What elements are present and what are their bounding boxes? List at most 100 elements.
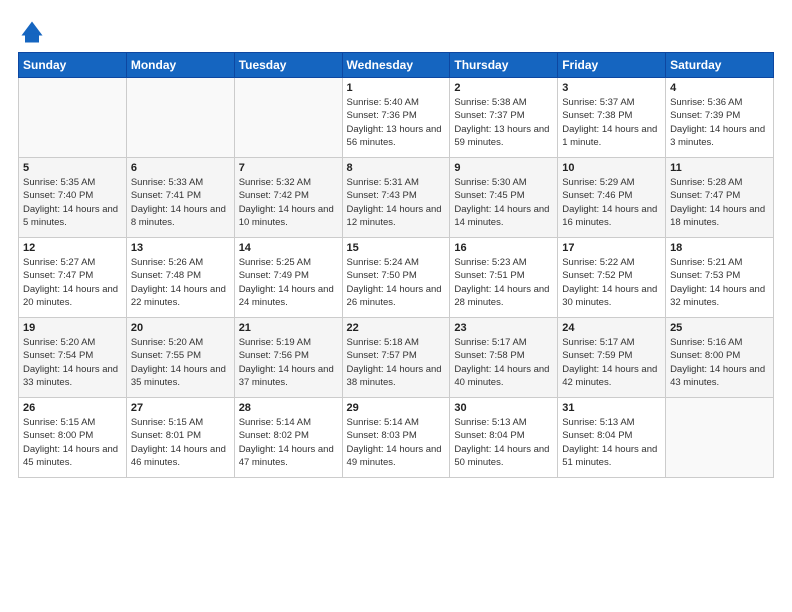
day-info: Sunrise: 5:29 AMSunset: 7:46 PMDaylight:… [562,176,661,229]
week-row-2: 12 Sunrise: 5:27 AMSunset: 7:47 PMDayligh… [19,238,774,318]
day-info: Sunrise: 5:13 AMSunset: 8:04 PMDaylight:… [562,416,661,469]
calendar-cell: 6 Sunrise: 5:33 AMSunset: 7:41 PMDaylight… [126,158,234,238]
day-info: Sunrise: 5:19 AMSunset: 7:56 PMDaylight:… [239,336,338,389]
day-info: Sunrise: 5:14 AMSunset: 8:03 PMDaylight:… [347,416,446,469]
logo-icon [18,18,46,46]
day-number: 14 [239,242,338,254]
day-info: Sunrise: 5:23 AMSunset: 7:51 PMDaylight:… [454,256,553,309]
day-number: 25 [670,322,769,334]
day-number: 21 [239,322,338,334]
day-info: Sunrise: 5:27 AMSunset: 7:47 PMDaylight:… [23,256,122,309]
day-info: Sunrise: 5:20 AMSunset: 7:54 PMDaylight:… [23,336,122,389]
day-number: 1 [347,82,446,94]
day-info: Sunrise: 5:33 AMSunset: 7:41 PMDaylight:… [131,176,230,229]
header-cell-friday: Friday [558,53,666,78]
calendar-cell: 8 Sunrise: 5:31 AMSunset: 7:43 PMDaylight… [342,158,450,238]
day-number: 3 [562,82,661,94]
header-cell-wednesday: Wednesday [342,53,450,78]
calendar-cell: 14 Sunrise: 5:25 AMSunset: 7:49 PMDayligh… [234,238,342,318]
day-info: Sunrise: 5:32 AMSunset: 7:42 PMDaylight:… [239,176,338,229]
day-info: Sunrise: 5:28 AMSunset: 7:47 PMDaylight:… [670,176,769,229]
calendar-cell: 31Sunrise: 5:13 AMSunset: 8:04 PMDayligh… [558,398,666,478]
day-number: 26 [23,402,122,414]
day-number: 27 [131,402,230,414]
week-row-0: 1 Sunrise: 5:40 AMSunset: 7:36 PMDaylight… [19,78,774,158]
day-number: 2 [454,82,553,94]
calendar-cell: 10Sunrise: 5:29 AMSunset: 7:46 PMDayligh… [558,158,666,238]
calendar-cell: 23 Sunrise: 5:17 AMSunset: 7:58 PMDayligh… [450,318,558,398]
calendar-cell: 5 Sunrise: 5:35 AMSunset: 7:40 PMDaylight… [19,158,127,238]
day-number: 5 [23,162,122,174]
day-info: Sunrise: 5:17 AMSunset: 7:59 PMDaylight:… [562,336,661,389]
calendar-cell [666,398,774,478]
day-number: 12 [23,242,122,254]
calendar-cell: 3 Sunrise: 5:37 AMSunset: 7:38 PMDaylight… [558,78,666,158]
day-number: 6 [131,162,230,174]
day-info: Sunrise: 5:26 AMSunset: 7:48 PMDaylight:… [131,256,230,309]
calendar-cell: 15 Sunrise: 5:24 AMSunset: 7:50 PMDayligh… [342,238,450,318]
calendar-body: 1 Sunrise: 5:40 AMSunset: 7:36 PMDaylight… [19,78,774,478]
calendar-cell: 12 Sunrise: 5:27 AMSunset: 7:47 PMDayligh… [19,238,127,318]
calendar-cell: 26Sunrise: 5:15 AMSunset: 8:00 PMDayligh… [19,398,127,478]
calendar-cell: 18 Sunrise: 5:21 AMSunset: 7:53 PMDayligh… [666,238,774,318]
day-info: Sunrise: 5:22 AMSunset: 7:52 PMDaylight:… [562,256,661,309]
day-number: 17 [562,242,661,254]
day-number: 8 [347,162,446,174]
day-info: Sunrise: 5:36 AMSunset: 7:39 PMDaylight:… [670,96,769,149]
calendar-table: SundayMondayTuesdayWednesdayThursdayFrid… [18,52,774,478]
day-info: Sunrise: 5:25 AMSunset: 7:49 PMDaylight:… [239,256,338,309]
day-number: 30 [454,402,553,414]
header-cell-sunday: Sunday [19,53,127,78]
day-info: Sunrise: 5:16 AMSunset: 8:00 PMDaylight:… [670,336,769,389]
calendar-cell: 29Sunrise: 5:14 AMSunset: 8:03 PMDayligh… [342,398,450,478]
day-info: Sunrise: 5:17 AMSunset: 7:58 PMDaylight:… [454,336,553,389]
day-info: Sunrise: 5:35 AMSunset: 7:40 PMDaylight:… [23,176,122,229]
day-number: 24 [562,322,661,334]
day-number: 22 [347,322,446,334]
calendar-cell [19,78,127,158]
header-row: SundayMondayTuesdayWednesdayThursdayFrid… [19,53,774,78]
calendar-cell [234,78,342,158]
calendar-cell: 28 Sunrise: 5:14 AMSunset: 8:02 PMDayligh… [234,398,342,478]
calendar-cell: 4 Sunrise: 5:36 AMSunset: 7:39 PMDaylight… [666,78,774,158]
calendar-cell [126,78,234,158]
calendar-cell: 7 Sunrise: 5:32 AMSunset: 7:42 PMDaylight… [234,158,342,238]
header-cell-tuesday: Tuesday [234,53,342,78]
day-info: Sunrise: 5:40 AMSunset: 7:36 PMDaylight:… [347,96,446,149]
day-info: Sunrise: 5:30 AMSunset: 7:45 PMDaylight:… [454,176,553,229]
header-cell-thursday: Thursday [450,53,558,78]
header-cell-saturday: Saturday [666,53,774,78]
day-info: Sunrise: 5:14 AMSunset: 8:02 PMDaylight:… [239,416,338,469]
day-info: Sunrise: 5:31 AMSunset: 7:43 PMDaylight:… [347,176,446,229]
calendar-cell: 25 Sunrise: 5:16 AMSunset: 8:00 PMDayligh… [666,318,774,398]
day-number: 4 [670,82,769,94]
calendar-cell: 30Sunrise: 5:13 AMSunset: 8:04 PMDayligh… [450,398,558,478]
day-number: 13 [131,242,230,254]
day-info: Sunrise: 5:15 AMSunset: 8:01 PMDaylight:… [131,416,230,469]
day-number: 7 [239,162,338,174]
calendar-page: SundayMondayTuesdayWednesdayThursdayFrid… [0,0,792,490]
day-number: 23 [454,322,553,334]
day-number: 11 [670,162,769,174]
day-number: 15 [347,242,446,254]
calendar-cell: 2 Sunrise: 5:38 AMSunset: 7:37 PMDaylight… [450,78,558,158]
calendar-cell: 1 Sunrise: 5:40 AMSunset: 7:36 PMDaylight… [342,78,450,158]
header-cell-monday: Monday [126,53,234,78]
calendar-cell: 16 Sunrise: 5:23 AMSunset: 7:51 PMDayligh… [450,238,558,318]
calendar-cell: 13 Sunrise: 5:26 AMSunset: 7:48 PMDayligh… [126,238,234,318]
day-info: Sunrise: 5:38 AMSunset: 7:37 PMDaylight:… [454,96,553,149]
calendar-cell: 27 Sunrise: 5:15 AMSunset: 8:01 PMDayligh… [126,398,234,478]
calendar-header: SundayMondayTuesdayWednesdayThursdayFrid… [19,53,774,78]
calendar-cell: 24 Sunrise: 5:17 AMSunset: 7:59 PMDayligh… [558,318,666,398]
calendar-cell: 20Sunrise: 5:20 AMSunset: 7:55 PMDayligh… [126,318,234,398]
day-info: Sunrise: 5:18 AMSunset: 7:57 PMDaylight:… [347,336,446,389]
day-info: Sunrise: 5:37 AMSunset: 7:38 PMDaylight:… [562,96,661,149]
day-info: Sunrise: 5:21 AMSunset: 7:53 PMDaylight:… [670,256,769,309]
day-number: 16 [454,242,553,254]
week-row-1: 5 Sunrise: 5:35 AMSunset: 7:40 PMDaylight… [19,158,774,238]
day-number: 18 [670,242,769,254]
day-info: Sunrise: 5:24 AMSunset: 7:50 PMDaylight:… [347,256,446,309]
day-number: 28 [239,402,338,414]
day-number: 9 [454,162,553,174]
calendar-cell: 11 Sunrise: 5:28 AMSunset: 7:47 PMDayligh… [666,158,774,238]
